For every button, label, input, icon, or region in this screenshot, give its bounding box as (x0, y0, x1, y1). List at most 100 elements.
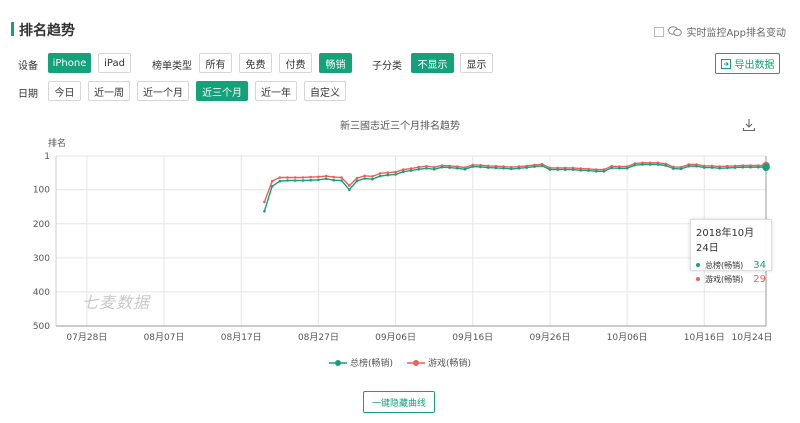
x-tick-label: 07月28日 (66, 332, 107, 343)
x-tick-label: 10月24日 (732, 332, 773, 343)
y-tick-label: 100 (33, 186, 50, 196)
tooltip-series-value: 34 (753, 259, 766, 271)
tooltip-dot-icon (696, 263, 700, 267)
data-point (278, 176, 282, 179)
x-tick-label: 08月27日 (298, 332, 339, 343)
data-point (409, 169, 413, 172)
data-point (324, 177, 328, 181)
data-point (695, 164, 698, 168)
data-point (394, 170, 397, 174)
x-tick-label: 08月07日 (144, 332, 185, 343)
data-point (378, 172, 382, 175)
data-point (757, 165, 760, 169)
tooltip-date: 2018年10月24日 (696, 228, 755, 254)
data-point (301, 176, 305, 179)
data-point (610, 166, 613, 170)
legend-item-games[interactable]: 游戏(畅销) (407, 356, 471, 369)
data-point (332, 178, 336, 182)
data-point (263, 200, 266, 204)
tooltip-series-value: 29 (753, 273, 766, 285)
data-point (525, 166, 529, 169)
data-point (479, 165, 482, 169)
x-tick-label: 10月16日 (684, 332, 725, 343)
data-point (317, 178, 320, 182)
data-point (448, 166, 451, 169)
y-tick-label: 500 (33, 322, 50, 332)
data-point (741, 165, 745, 169)
tooltip-dot-icon (696, 277, 700, 281)
data-point (417, 168, 421, 171)
data-point (355, 176, 359, 180)
y-tick-label: 300 (33, 254, 50, 264)
x-tick-label: 09月06日 (375, 332, 416, 343)
tooltip-row-games: 游戏(畅销) 29 (696, 272, 766, 286)
watermark: 七麦数据 (82, 293, 151, 312)
data-point (517, 167, 521, 170)
data-point (762, 163, 770, 171)
data-point (386, 173, 390, 177)
data-point (386, 171, 390, 174)
chart-legend: 总榜(畅销) 游戏(畅销) (0, 356, 800, 369)
data-point (378, 174, 382, 178)
data-point (355, 179, 359, 183)
x-tick-label: 10月06日 (607, 332, 648, 343)
data-point (301, 179, 305, 182)
data-point (718, 167, 721, 170)
data-point (602, 170, 606, 173)
data-point (309, 175, 313, 179)
data-point (672, 167, 675, 170)
data-point (679, 167, 683, 171)
x-tick-label: 09月16日 (452, 332, 493, 343)
data-point (633, 163, 637, 167)
data-point (625, 167, 629, 170)
data-point (618, 167, 621, 170)
y-axis-label: 排名 (48, 137, 66, 149)
data-point (348, 184, 351, 187)
data-point (340, 176, 343, 179)
data-point (548, 168, 552, 171)
data-point (710, 166, 714, 169)
data-point (286, 179, 289, 182)
series-line-overall (263, 163, 766, 212)
data-point (440, 165, 444, 169)
data-point (540, 164, 544, 168)
data-point (425, 167, 428, 170)
data-point (687, 164, 691, 168)
data-point (324, 174, 328, 178)
data-point (363, 174, 367, 178)
y-tick-label: 1 (44, 152, 50, 162)
data-point (641, 163, 644, 166)
data-point (463, 168, 467, 171)
chart-tooltip: 2018年10月24日 总榜(畅销) 34 游戏(畅销) 29 (690, 219, 772, 285)
data-point (432, 168, 436, 171)
data-point (564, 168, 567, 171)
data-point (317, 175, 320, 179)
tooltip-series-name: 总榜(畅销) (705, 260, 744, 270)
x-tick-label: 08月17日 (221, 332, 262, 343)
data-point (656, 163, 660, 166)
data-point (309, 178, 313, 182)
data-point (494, 166, 498, 170)
y-tick-label: 400 (33, 288, 50, 298)
legend-item-overall[interactable]: 总榜(畅销) (328, 356, 393, 369)
data-point (270, 185, 274, 188)
data-point (456, 167, 459, 170)
data-point (510, 167, 513, 171)
data-point (348, 188, 351, 191)
data-point (556, 168, 559, 171)
data-point (726, 166, 729, 170)
data-point (371, 175, 374, 178)
hide-lines-button[interactable]: 一键隐藏曲线 (363, 391, 435, 413)
data-point (263, 209, 266, 213)
tooltip-row-overall: 总榜(畅销) 34 (696, 258, 766, 272)
data-point (286, 176, 289, 179)
data-point (371, 177, 374, 181)
data-point (579, 169, 583, 172)
x-tick-label: 09月26日 (529, 332, 570, 343)
data-point (664, 164, 667, 167)
data-point (293, 176, 297, 179)
data-point (363, 177, 367, 180)
data-point (648, 163, 652, 166)
data-point (533, 165, 536, 168)
data-point (270, 179, 274, 183)
